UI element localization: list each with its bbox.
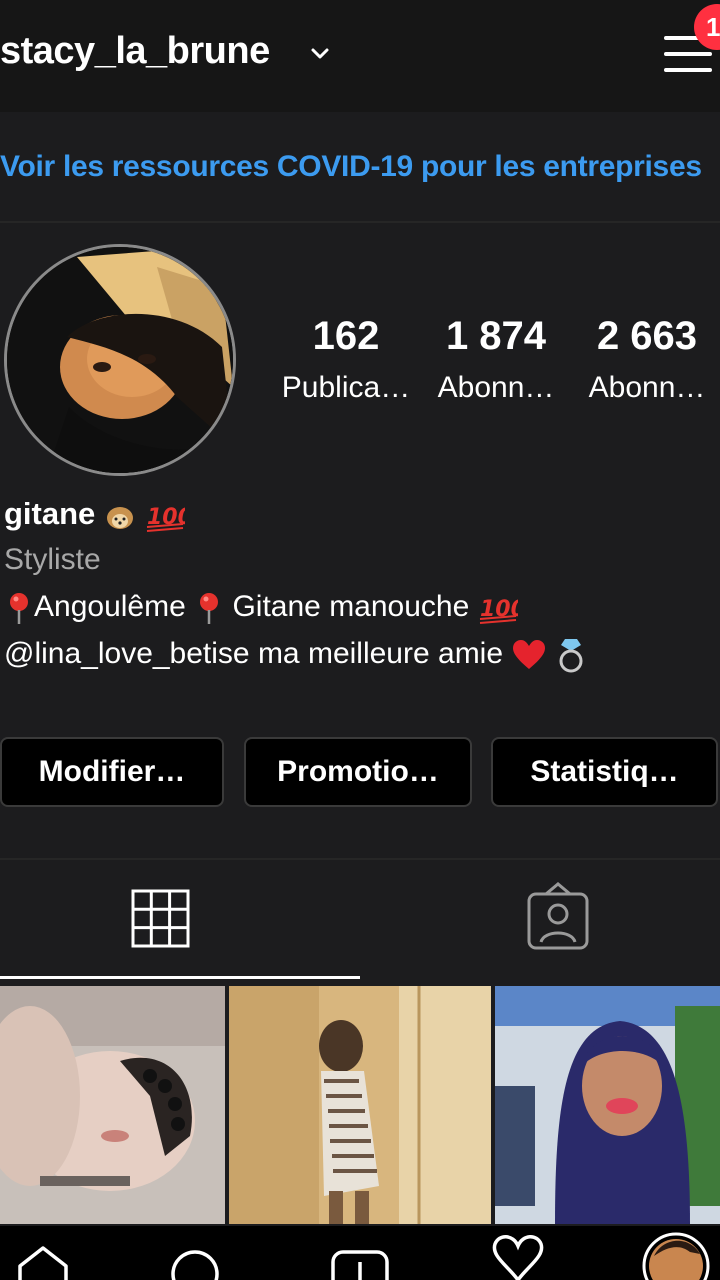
top-bar: stacy_la_brune 1 bbox=[0, 0, 720, 112]
posts-count-value: 162 bbox=[312, 314, 380, 358]
pin-icon bbox=[10, 593, 28, 625]
hedgehog-emoji-icon bbox=[106, 506, 133, 529]
hundred-points-emoji-icon: 100 bbox=[479, 597, 518, 625]
tab-tagged[interactable] bbox=[360, 862, 720, 978]
tagged-person-icon bbox=[527, 882, 589, 950]
red-heart-icon bbox=[513, 640, 546, 670]
following-count[interactable]: 2 663 Abonn… bbox=[572, 312, 720, 408]
avatar-photo bbox=[7, 247, 233, 473]
followers-count-value: 1 874 bbox=[445, 314, 547, 358]
post-thumbnail[interactable] bbox=[0, 986, 225, 1224]
chevron-down-icon[interactable] bbox=[306, 40, 334, 68]
pin-icon bbox=[200, 593, 219, 625]
edit-profile-button[interactable]: Modifier… bbox=[0, 737, 224, 807]
bio-mention[interactable]: @lina_love_betise ma meilleure amie bbox=[4, 637, 503, 670]
bio-location: Angoulême bbox=[34, 590, 186, 623]
followers-count-label: Abonn… bbox=[437, 371, 555, 404]
search-icon[interactable] bbox=[160, 1226, 230, 1280]
home-icon[interactable] bbox=[8, 1226, 78, 1280]
add-post-icon[interactable] bbox=[325, 1226, 395, 1280]
ring-icon bbox=[559, 639, 583, 673]
posts-count-label: Publica… bbox=[281, 371, 411, 404]
following-count-value: 2 663 bbox=[596, 314, 698, 358]
grid-icon bbox=[131, 889, 190, 948]
following-count-label: Abonn… bbox=[588, 371, 706, 404]
followers-count[interactable]: 1 874 Abonn… bbox=[421, 312, 571, 408]
bio-line-2: @lina_love_betise ma meilleure amie bbox=[4, 637, 586, 673]
bottom-navigation bbox=[0, 1226, 720, 1280]
profile-avatar[interactable] bbox=[640, 1226, 710, 1280]
profile-category: Styliste bbox=[4, 543, 101, 576]
divider bbox=[0, 221, 720, 223]
tab-posts-grid[interactable] bbox=[0, 862, 360, 978]
posts-count[interactable]: 162 Publica… bbox=[271, 312, 421, 408]
display-name: gitane 100 bbox=[4, 496, 185, 532]
bio-line-1: Angoulême Gitane manouche 100 bbox=[4, 590, 518, 625]
profile-avatar[interactable] bbox=[4, 244, 236, 476]
promotions-button[interactable]: Promotio… bbox=[244, 737, 472, 807]
divider bbox=[0, 858, 720, 860]
hundred-points-emoji-icon: 100 bbox=[146, 505, 185, 532]
post-thumbnail[interactable] bbox=[229, 986, 491, 1224]
bio-description: Gitane manouche bbox=[232, 590, 470, 623]
post-thumbnail[interactable] bbox=[495, 986, 720, 1224]
covid-resources-link[interactable]: Voir les ressources COVID-19 pour les en… bbox=[0, 150, 720, 184]
selected-tab-indicator bbox=[0, 976, 360, 979]
heart-icon[interactable] bbox=[483, 1226, 553, 1280]
display-name-text: gitane bbox=[4, 496, 96, 531]
account-username[interactable]: stacy_la_brune bbox=[0, 30, 270, 73]
insights-button[interactable]: Statistiq… bbox=[491, 737, 718, 807]
